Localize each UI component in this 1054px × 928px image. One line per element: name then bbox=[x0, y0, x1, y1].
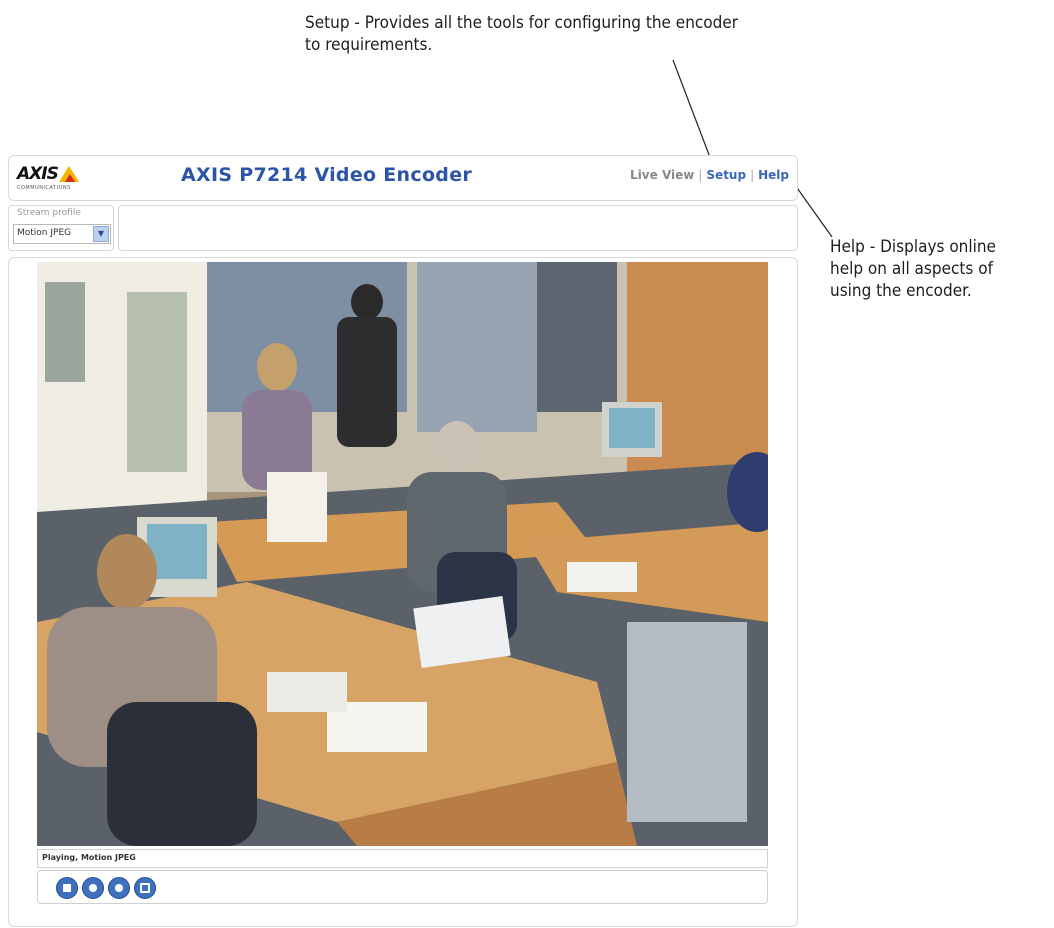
stream-profile-value: Motion JPEG bbox=[17, 228, 72, 238]
logo-triangle-accent-icon bbox=[65, 174, 75, 182]
product-title: AXIS P7214 Video Encoder bbox=[181, 164, 473, 186]
stop-button[interactable] bbox=[56, 877, 78, 899]
fullscreen-icon bbox=[140, 883, 150, 893]
stream-profile-panel: Stream profile Motion JPEG ▼ bbox=[8, 205, 114, 251]
nav-separator: | bbox=[698, 168, 703, 182]
fullscreen-button[interactable] bbox=[134, 877, 156, 899]
player-controls bbox=[37, 870, 768, 904]
logo-subtext: COMMUNICATIONS bbox=[17, 185, 71, 191]
snapshot-button[interactable] bbox=[82, 877, 104, 899]
nav-help[interactable]: Help bbox=[758, 168, 789, 182]
stop-icon bbox=[63, 884, 71, 892]
stream-profile-select[interactable]: Motion JPEG ▼ bbox=[13, 224, 111, 244]
status-bar: Playing, Motion JPEG bbox=[37, 849, 768, 868]
app-header: AXIS COMMUNICATIONS AXIS P7214 Video Enc… bbox=[8, 155, 798, 201]
snapshot-icon bbox=[89, 884, 97, 892]
status-text: Playing, Motion JPEG bbox=[42, 853, 136, 862]
view-toolbar bbox=[118, 205, 798, 251]
stream-profile-label: Stream profile bbox=[17, 208, 81, 218]
logo-text: AXIS bbox=[17, 164, 59, 184]
nav-live-view[interactable]: Live View bbox=[630, 168, 694, 182]
record-icon bbox=[115, 884, 123, 892]
setup-pointer-line bbox=[672, 59, 712, 161]
axis-logo: AXIS COMMUNICATIONS bbox=[17, 164, 97, 194]
video-stream[interactable] bbox=[37, 262, 768, 846]
top-nav: Live View | Setup | Help bbox=[630, 168, 789, 182]
chevron-down-icon[interactable]: ▼ bbox=[93, 226, 109, 242]
video-frame-image bbox=[37, 262, 768, 846]
record-button[interactable] bbox=[108, 877, 130, 899]
nav-setup[interactable]: Setup bbox=[706, 168, 746, 182]
nav-separator: | bbox=[750, 168, 755, 182]
